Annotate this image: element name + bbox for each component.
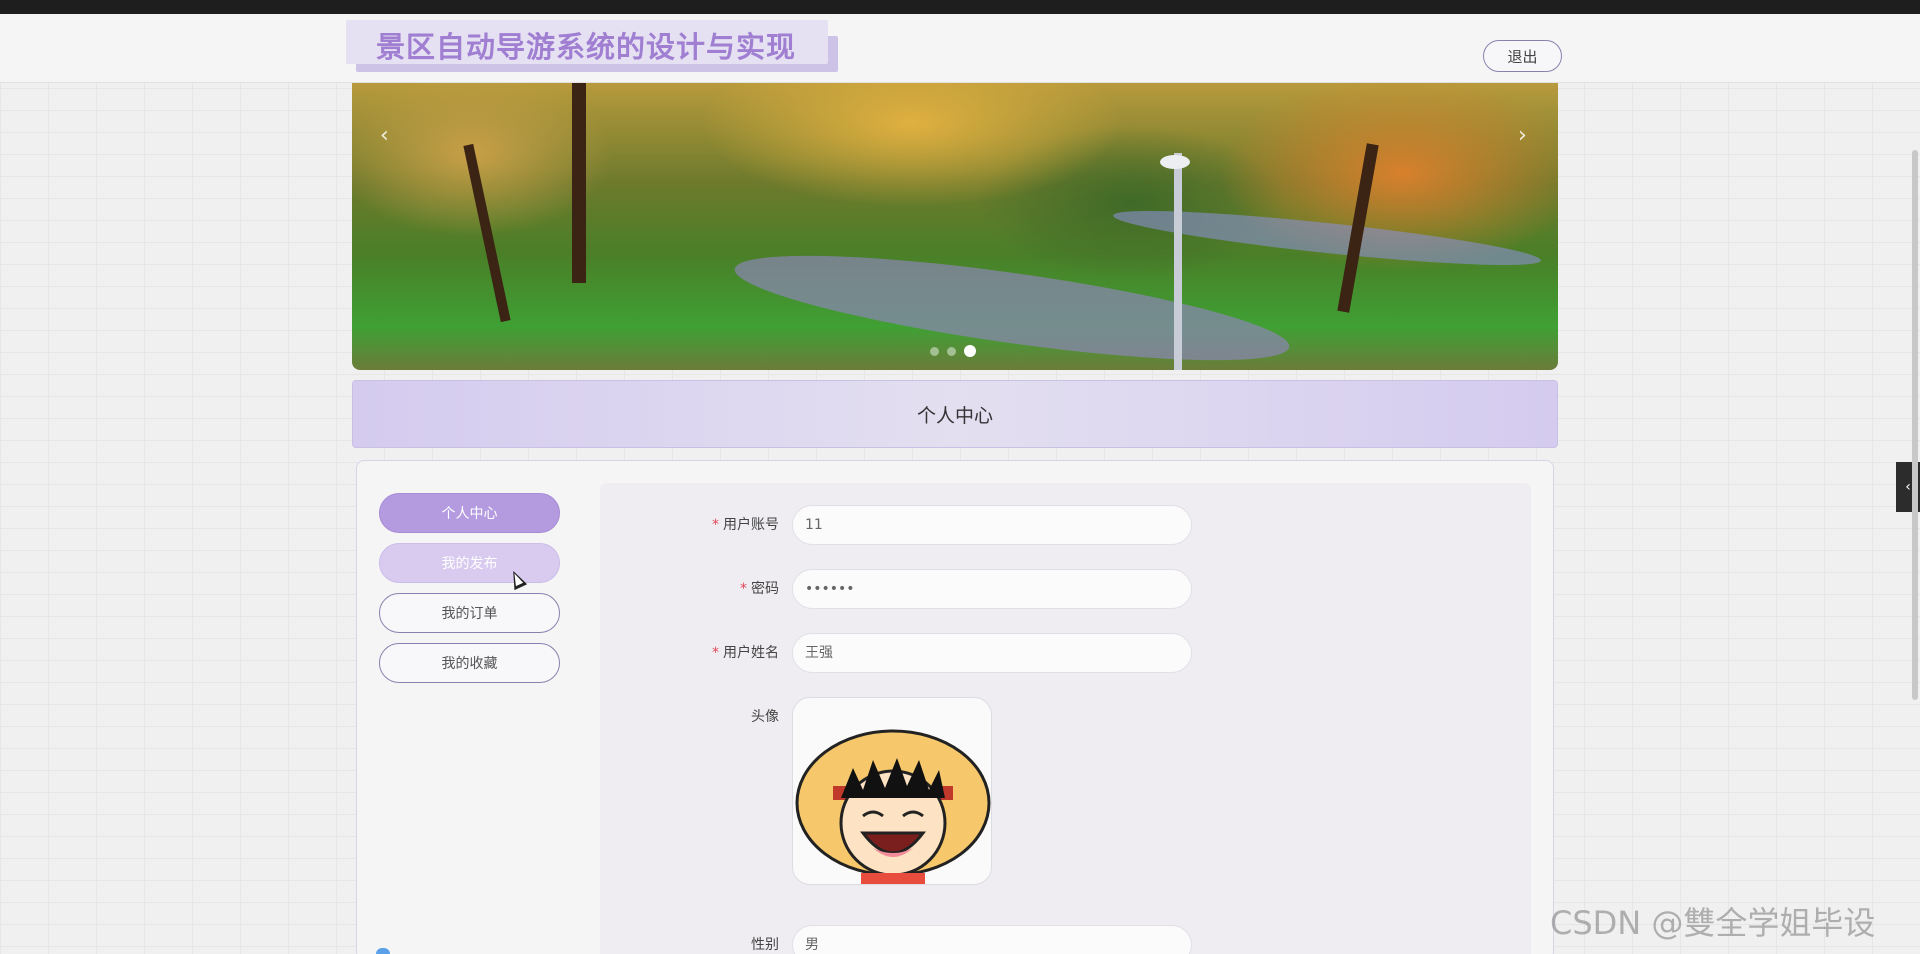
password-label: * 密码 (740, 581, 779, 597)
chevron-left-icon: ‹ (1905, 479, 1911, 495)
required-mark: * (712, 645, 719, 661)
form-row-avatar: 头像 (600, 697, 1531, 887)
banner-lamp-head (1160, 155, 1190, 169)
profile-form: * 用户账号 11 * 密码 •••••• * 用户姓名 王强 头像 性别 男 (600, 483, 1531, 954)
chevron-down-icon: ⌵ (1168, 936, 1177, 954)
profile-content-card: 个人中心 我的发布 我的订单 我的收藏 * 用户账号 11 * 密码 •••••• … (356, 460, 1554, 954)
section-title: 个人中心 (916, 404, 993, 427)
form-row-password: * 密码 •••••• (600, 569, 1531, 609)
carousel-dot[interactable] (930, 346, 939, 356)
carousel-prev-icon[interactable]: ‹ (380, 123, 389, 148)
banner-carousel[interactable]: ‹ › (352, 83, 1558, 370)
sidebar-item-profile[interactable]: 个人中心 (379, 493, 560, 533)
required-mark: * (740, 581, 747, 597)
form-row-gender: 性别 男 ⌵ (600, 925, 1531, 954)
account-label: * 用户账号 (712, 517, 779, 533)
avatar-cartoon-image (795, 729, 991, 884)
form-row-account: * 用户账号 11 (600, 505, 1531, 545)
required-mark: * (712, 517, 719, 533)
sidebar-item-my-orders[interactable]: 我的订单 (379, 593, 560, 633)
banner-lamp-post (1174, 153, 1182, 370)
name-input[interactable]: 王强 (792, 633, 1192, 673)
name-label: * 用户姓名 (712, 645, 779, 661)
section-title-bar: 个人中心 (352, 380, 1558, 448)
csdn-watermark: CSDN @雙全学姐毕设 (1550, 904, 1876, 942)
site-title-box: 景区自动导游系统的设计与实现 (346, 20, 838, 72)
carousel-dot-active[interactable] (964, 345, 976, 357)
sidebar-item-my-posts[interactable]: 我的发布 (379, 543, 560, 583)
avatar-label: 头像 (751, 709, 779, 725)
carousel-indicators (930, 345, 976, 357)
carousel-dot[interactable] (947, 346, 956, 356)
gender-select[interactable]: 男 ⌵ (792, 925, 1192, 954)
form-row-name: * 用户姓名 王强 (600, 633, 1531, 673)
browser-top-strip (0, 0, 1920, 14)
carousel-next-icon[interactable]: › (1518, 123, 1527, 148)
banner-tree-trunk (572, 83, 586, 283)
gender-label: 性别 (751, 937, 779, 953)
sidebar-item-my-favorites[interactable]: 我的收藏 (379, 643, 560, 683)
floating-indicator (376, 948, 390, 954)
site-header: 景区自动导游系统的设计与实现 退出 (0, 14, 1920, 83)
logout-button[interactable]: 退出 (1483, 40, 1562, 72)
site-title: 景区自动导游系统的设计与实现 (376, 30, 797, 64)
avatar-upload[interactable] (792, 697, 992, 885)
page-scrollbar[interactable] (1912, 150, 1918, 700)
password-input[interactable]: •••••• (792, 569, 1192, 609)
account-input[interactable]: 11 (792, 505, 1192, 545)
banner-path-shape (729, 234, 1295, 370)
banner-tree-trunk (463, 143, 511, 323)
